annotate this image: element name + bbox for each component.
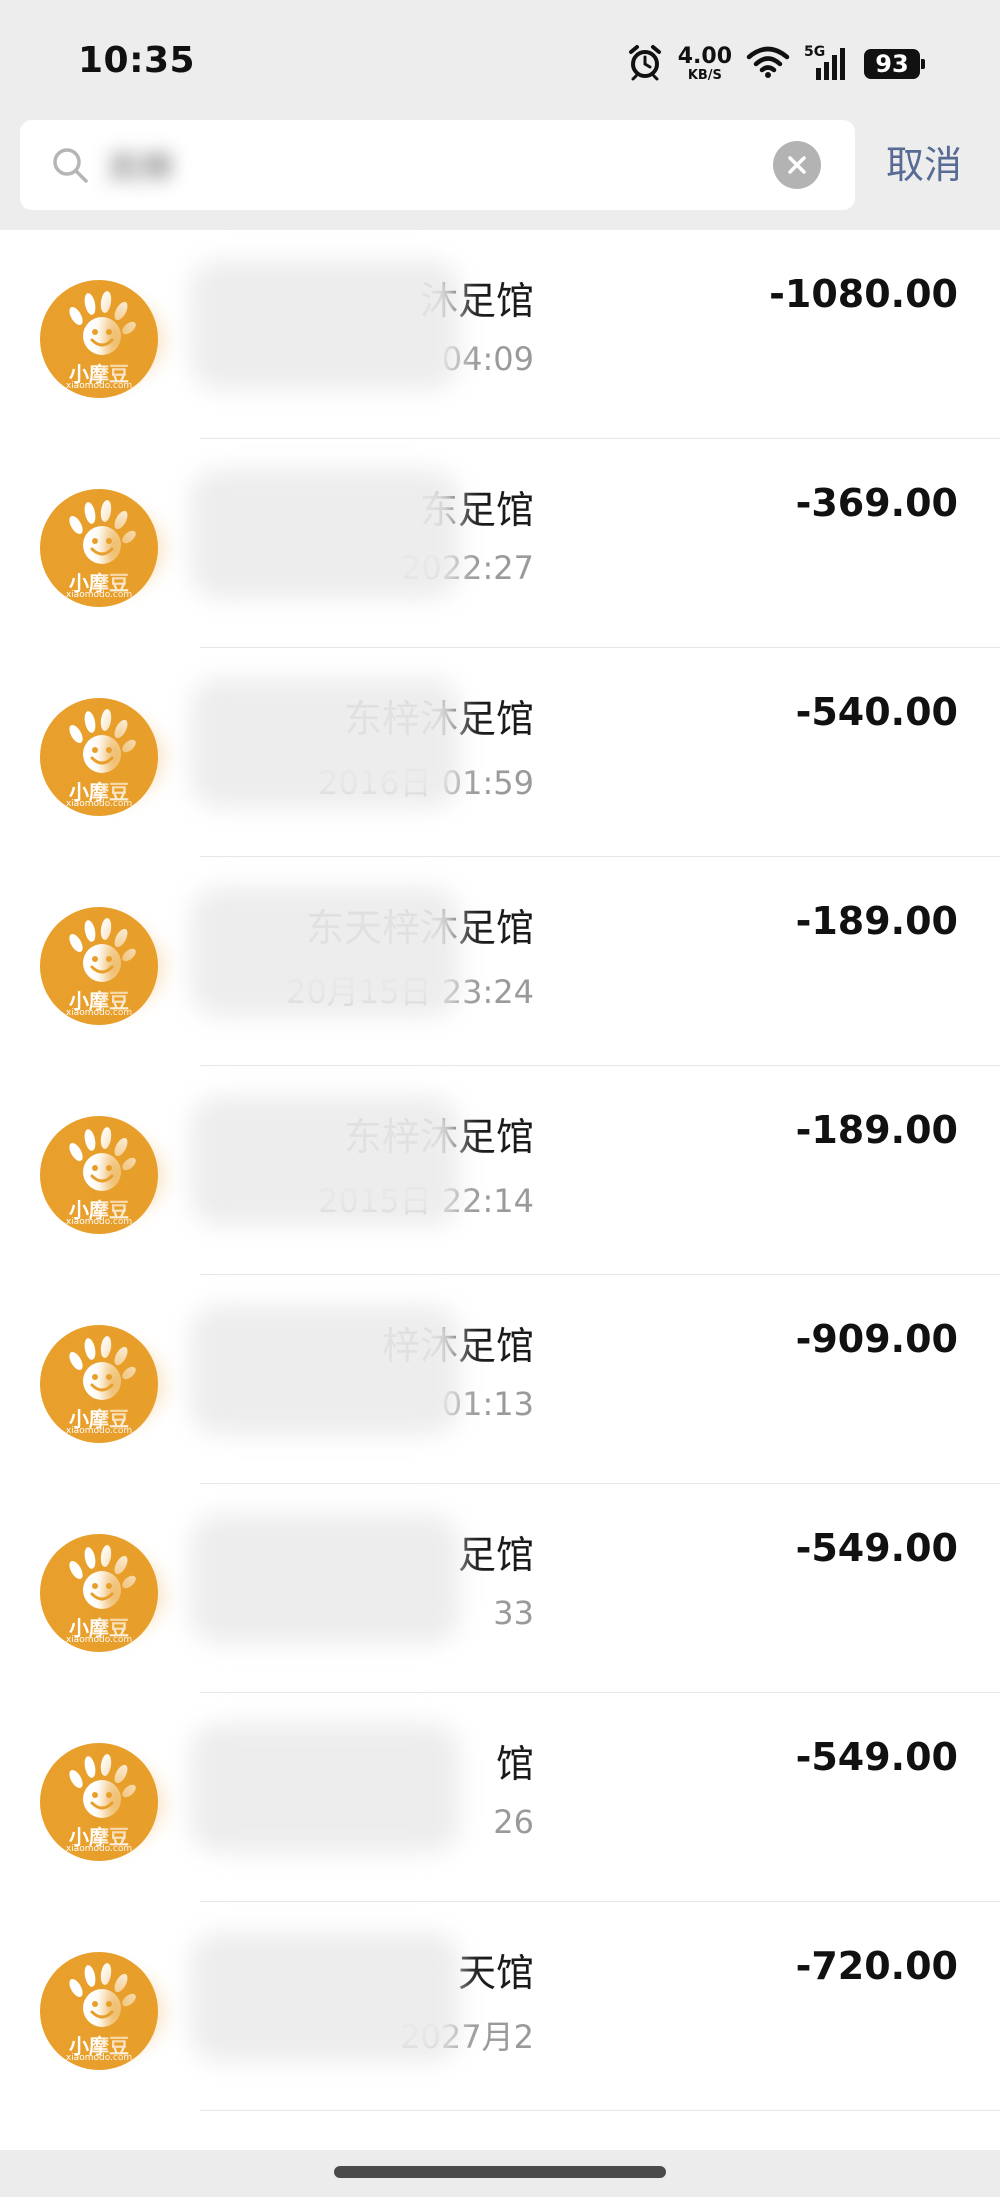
blur-overlay [105,1957,175,2067]
clear-search-button[interactable] [773,141,821,189]
transaction-amount: -540.00 [795,690,958,734]
net-speed: 4.00 KB/S [677,44,732,83]
blur-overlay [190,887,460,1017]
search-input[interactable] [106,138,746,192]
close-icon [788,156,806,174]
search-box[interactable] [20,120,855,210]
merchant-name: 馆 [495,1742,534,1786]
transaction-row[interactable]: 小摩豆 xiaomodo.com 足馆 33 -549.00 [0,1484,1000,1693]
blur-overlay [190,1723,460,1853]
battery-icon: 93 [864,49,925,79]
transaction-row[interactable]: 小摩豆 xiaomodo.com 东天梓沐足馆 20月15日 23:24 -18… [0,857,1000,1066]
transaction-amount: -549.00 [795,1735,958,1779]
transaction-amount: -369.00 [795,481,958,525]
blur-overlay [105,494,175,604]
home-indicator[interactable] [334,2166,666,2178]
battery-level: 93 [875,50,909,78]
blur-overlay [190,260,460,390]
transaction-row[interactable]: 小摩豆 xiaomodo.com 沐足馆 04:09 -1080.00 [0,230,1000,439]
blur-overlay [105,1121,175,1231]
transaction-amount: -909.00 [795,1317,958,1361]
blur-overlay [105,703,175,813]
transaction-row[interactable]: 小摩豆 xiaomodo.com 东梓沐足馆 2015日 22:14 -189.… [0,1066,1000,1275]
transaction-amount: -720.00 [795,1944,958,1988]
transaction-time: 26 [493,1803,534,1841]
merchant-name: 足馆 [457,1533,534,1577]
transaction-list: 小摩豆 xiaomodo.com 沐足馆 04:09 -1080.00 小摩豆 … [0,230,1000,2111]
blur-overlay [105,285,175,395]
blur-overlay [105,1330,175,1440]
blur-overlay [190,469,460,599]
net-speed-value: 4.00 [677,44,732,69]
merchant-name: 天馆 [457,1951,534,1995]
blur-overlay [190,1096,460,1226]
blur-overlay [190,678,460,808]
cancel-button[interactable]: 取消 [886,138,962,192]
transaction-row[interactable]: 小摩豆 xiaomodo.com 天馆 2027月2 -720.00 [0,1902,1000,2111]
transaction-amount: -549.00 [795,1526,958,1570]
blur-overlay [105,1539,175,1649]
transaction-row[interactable]: 小摩豆 xiaomodo.com 东足馆 2022:27 -369.00 [0,439,1000,648]
blur-overlay [105,1748,175,1858]
transaction-amount: -1080.00 [769,272,958,316]
search-icon [50,145,90,185]
transaction-amount: -189.00 [795,899,958,943]
alarm-icon [626,43,664,85]
transaction-row[interactable]: 小摩豆 xiaomodo.com 东梓沐足馆 2016日 01:59 -540.… [0,648,1000,857]
wifi-icon [746,45,790,83]
search-row: 取消 [20,120,980,210]
row-divider [200,2110,1000,2111]
blur-overlay [190,1305,460,1435]
blur-overlay [190,1514,460,1644]
transaction-time: 33 [493,1594,534,1632]
signal-icon: 5G [804,44,850,82]
transaction-row[interactable]: 小摩豆 xiaomodo.com 梓沐足馆 01:13 -909.00 [0,1275,1000,1484]
blur-overlay [105,912,175,1022]
transaction-amount: -189.00 [795,1108,958,1152]
status-time: 10:35 [78,40,196,81]
status-icons: 4.00 KB/S 5G 93 [626,43,925,85]
status-bar: 10:35 4.00 KB/S 5G 93 [0,0,1000,120]
net-speed-unit: KB/S [687,68,722,83]
transaction-row[interactable]: 小摩豆 xiaomodo.com 馆 26 -549.00 [0,1693,1000,1902]
blur-overlay [190,1932,460,2062]
